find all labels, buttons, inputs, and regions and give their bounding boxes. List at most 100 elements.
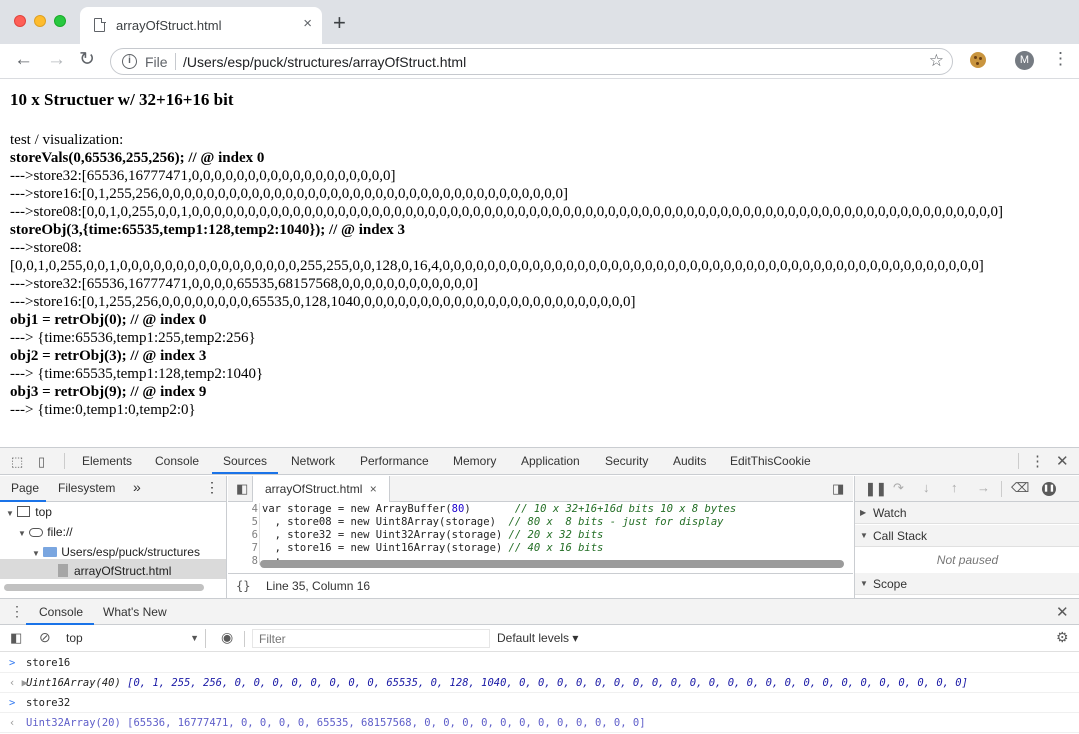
- folder-icon: [43, 547, 58, 557]
- context-select[interactable]: top ▼: [66, 629, 206, 648]
- tab-elements[interactable]: Elements: [82, 454, 132, 468]
- kebab-icon[interactable]: ⋮: [1052, 49, 1069, 69]
- code-call-line: storeVals(0,65536,255,256); // @ index 0: [10, 150, 265, 166]
- watch-section[interactable]: Watch: [855, 502, 1079, 524]
- prompt-icon: >: [9, 697, 16, 709]
- console-sidebar-icon[interactable]: ◧: [10, 630, 22, 646]
- tab-network[interactable]: Network: [291, 454, 335, 468]
- deactivate-breakpoints-icon[interactable]: ⌫: [1011, 480, 1029, 496]
- tree-item-html-file[interactable]: arrayOfStruct.html: [58, 561, 171, 581]
- tree-item-folder[interactable]: ▼ Users/esp/puck/structures: [32, 542, 200, 562]
- eye-icon[interactable]: ◉: [221, 629, 233, 646]
- toggle-debugger-icon[interactable]: ◨: [832, 481, 844, 497]
- drawer-menu-icon[interactable]: ⋮: [10, 603, 24, 620]
- line-number: 7: [251, 542, 258, 554]
- source-code[interactable]: var storage = new ArrayBuffer(80) // 10 …: [262, 503, 736, 568]
- code-view[interactable]: 45678 var storage = new ArrayBuffer(80) …: [228, 503, 853, 568]
- editor-file-tab[interactable]: arrayOfStruct.html ×: [252, 476, 390, 502]
- forward-icon[interactable]: →: [47, 50, 66, 70]
- line-number: 4: [251, 503, 258, 515]
- gear-icon[interactable]: ⚙: [1056, 629, 1069, 646]
- output-line: test / visualization:: [10, 132, 124, 148]
- toggle-navigator-icon[interactable]: ◧: [236, 481, 248, 497]
- clear-console-icon[interactable]: ⊘: [39, 629, 51, 646]
- nav-tab-filesystem[interactable]: Filesystem: [58, 481, 115, 495]
- tree-item-file[interactable]: ▼ file://: [18, 522, 73, 542]
- minimize-window-button[interactable]: [34, 15, 46, 27]
- tab-editthiscookie[interactable]: EditThisCookie: [730, 454, 811, 468]
- pause-icon[interactable]: ❚❚: [865, 481, 887, 497]
- code-call-line: obj2 = retrObj(3); // @ index 3: [10, 348, 207, 364]
- tab-strip: arrayOfStruct.html × +: [0, 0, 1079, 44]
- url-text[interactable]: /Users/esp/puck/structures/arrayOfStruct…: [183, 54, 466, 70]
- navigator-scrollbar[interactable]: [4, 584, 204, 591]
- device-toolbar-icon[interactable]: ▯: [38, 454, 45, 470]
- console-toolbar: ◧ ⊘ top ▼ ◉ Default levels ▾ ⚙: [0, 626, 1079, 652]
- console-messages: > store16 ‹ ▶ Uint16Array(40) [0, 1, 255, 2…: [0, 653, 1079, 733]
- browser-toolbar: ← → ↻ i File /Users/esp/puck/structures/…: [0, 44, 1079, 79]
- page-heading: 10 x Structuer w/ 32+16+16 bit: [10, 90, 234, 109]
- nav-tab-page[interactable]: Page: [11, 481, 39, 495]
- close-tab-icon[interactable]: ×: [303, 15, 312, 32]
- console-drawer: ⋮ Console What's New ✕ ◧ ⊘ top ▼ ◉ Defau…: [0, 598, 1079, 734]
- console-input-line[interactable]: > store16: [0, 653, 1079, 673]
- sources-editor: ◧ arrayOfStruct.html × ◨ 45678 var stora…: [228, 476, 853, 598]
- star-icon[interactable]: ☆: [929, 51, 944, 71]
- tree-item-top[interactable]: ▼ top: [6, 502, 52, 522]
- tab-application[interactable]: Application: [521, 454, 580, 468]
- code-line: var storage = new ArrayBuffer(80) // 10 …: [262, 503, 737, 515]
- devtools-menu-icon[interactable]: ⋮: [1030, 452, 1045, 470]
- maximize-window-button[interactable]: [54, 15, 66, 27]
- output-line: --->store16:[0,1,255,256,0,0,0,0,0,0,0,0…: [10, 294, 636, 310]
- filter-input[interactable]: [252, 629, 490, 648]
- call-stack-section[interactable]: Call Stack: [855, 525, 1079, 547]
- debugger-toolbar: ❚❚ ↷ ↓ ↑ → ⌫ ❚❚: [855, 476, 1079, 502]
- back-icon[interactable]: ←: [14, 50, 33, 70]
- step-over-icon[interactable]: ↷: [893, 480, 904, 496]
- info-icon[interactable]: i: [122, 54, 137, 69]
- drawer-tab-whats-new[interactable]: What's New: [103, 605, 167, 619]
- output-line: --->store16:[0,1,255,256,0,0,0,0,0,0,0,0…: [10, 186, 569, 202]
- tab-console[interactable]: Console: [155, 454, 199, 468]
- address-bar[interactable]: i File /Users/esp/puck/structures/arrayO…: [110, 48, 953, 75]
- step-out-icon[interactable]: ↑: [951, 480, 958, 495]
- omnibox-divider: [175, 53, 176, 70]
- console-input-line[interactable]: > store32: [0, 693, 1079, 713]
- log-levels-dropdown[interactable]: Default levels ▾: [497, 631, 578, 645]
- reload-icon[interactable]: ↻: [79, 50, 95, 70]
- tab-performance[interactable]: Performance: [360, 454, 429, 468]
- browser-tab[interactable]: arrayOfStruct.html ×: [80, 7, 322, 44]
- tab-audits[interactable]: Audits: [673, 454, 706, 468]
- pretty-print-button[interactable]: {}: [236, 574, 250, 598]
- editor-scrollbar[interactable]: [260, 560, 844, 568]
- close-drawer-icon[interactable]: ✕: [1056, 603, 1069, 621]
- close-window-button[interactable]: [14, 15, 26, 27]
- cookie-icon[interactable]: [970, 52, 986, 68]
- output-lines: test / visualization: storeVals(0,65536,2…: [10, 131, 1075, 419]
- console-result-line[interactable]: ‹ Uint32Array(20) [65536, 16777471, 0, 0,…: [0, 713, 1079, 733]
- drawer-tab-console[interactable]: Console: [39, 605, 83, 619]
- inspect-element-icon[interactable]: ⬚: [11, 454, 23, 470]
- pause-on-exceptions-icon[interactable]: ❚❚: [1042, 482, 1056, 496]
- tab-sources[interactable]: Sources: [223, 454, 267, 468]
- output-line: [0,0,1,0,255,0,0,1,0,0,0,0,0,0,0,0,0,0,0…: [10, 258, 984, 274]
- line-number: 6: [251, 529, 258, 541]
- scope-section[interactable]: Scope: [855, 573, 1079, 595]
- step-icon[interactable]: →: [977, 480, 990, 495]
- more-tabs-icon[interactable]: »: [133, 479, 141, 495]
- console-result-line[interactable]: ‹ ▶ Uint16Array(40) [0, 1, 255, 256, 0, 0…: [0, 673, 1079, 693]
- close-devtools-icon[interactable]: ✕: [1056, 452, 1069, 470]
- line-number: 8: [251, 555, 258, 567]
- output-line: ---> {time:65536,temp1:255,temp2:256}: [10, 330, 256, 346]
- tab-title: arrayOfStruct.html: [116, 18, 222, 33]
- avatar[interactable]: M: [1015, 51, 1034, 70]
- step-into-icon[interactable]: ↓: [923, 480, 930, 495]
- navigator-menu-icon[interactable]: ⋮: [205, 479, 219, 496]
- tab-security[interactable]: Security: [605, 454, 648, 468]
- tab-memory[interactable]: Memory: [453, 454, 496, 468]
- close-file-icon[interactable]: ×: [370, 482, 377, 496]
- new-tab-button[interactable]: +: [333, 10, 346, 36]
- code-call-line: storeObj(3,{time:65535,temp1:128,temp2:1…: [10, 222, 406, 238]
- output-line: ---> {time:65535,temp1:128,temp2:1040}: [10, 366, 264, 382]
- code-line: , store08 = new Uint8Array(storage) // 8…: [262, 516, 724, 528]
